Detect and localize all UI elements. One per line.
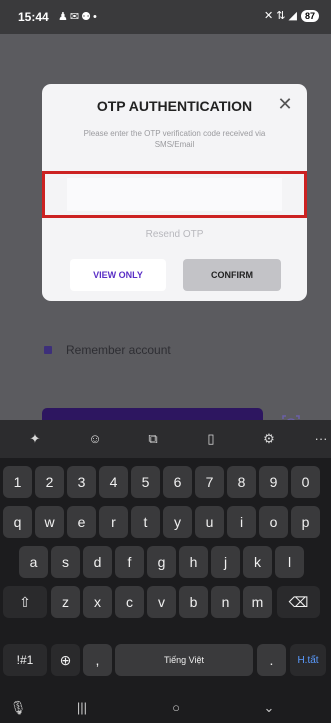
key-p[interactable]: p — [291, 506, 320, 538]
emoji-icon[interactable]: ☺ — [86, 430, 104, 448]
key-d[interactable]: d — [83, 546, 112, 578]
key-n[interactable]: n — [211, 586, 240, 618]
key-c[interactable]: c — [115, 586, 144, 618]
key-b[interactable]: b — [179, 586, 208, 618]
remember-account-row[interactable]: Remember account — [44, 343, 171, 357]
key-m[interactable]: m — [243, 586, 272, 618]
key-i[interactable]: i — [227, 506, 256, 538]
navigation-bar: 🎙 ||| ○ ⌄ — [0, 694, 331, 723]
key-j[interactable]: j — [211, 546, 240, 578]
key-y[interactable]: y — [163, 506, 192, 538]
notification-icons: ♟✉⚉• — [58, 11, 99, 23]
signal-icons: ✕ ⇅ ◢ — [263, 10, 297, 22]
key-1[interactable]: 1 — [3, 466, 32, 498]
key-z[interactable]: z — [51, 586, 80, 618]
backspace-key[interactable]: ⌫ — [277, 586, 320, 618]
key-a[interactable]: a — [19, 546, 48, 578]
key-6[interactable]: 6 — [163, 466, 192, 498]
key-o[interactable]: o — [259, 506, 288, 538]
otp-dialog-subtitle: Please enter the OTP verification code r… — [83, 129, 266, 149]
sparkle-icon[interactable]: ✦ — [26, 430, 44, 448]
key-7[interactable]: 7 — [195, 466, 224, 498]
space-key[interactable]: Tiếng Việt — [115, 644, 253, 676]
key-5[interactable]: 5 — [131, 466, 160, 498]
period-key[interactable]: . — [257, 644, 286, 676]
status-time: 15:44 — [18, 10, 49, 24]
remember-label: Remember account — [66, 343, 171, 357]
recents-button[interactable]: ||| — [70, 700, 94, 715]
settings-icon[interactable]: ⚙ — [260, 430, 278, 448]
remember-checkbox[interactable] — [44, 346, 52, 354]
key-r[interactable]: r — [99, 506, 128, 538]
key-4[interactable]: 4 — [99, 466, 128, 498]
clipboard-icon[interactable]: ⧉ — [144, 430, 162, 448]
key-3[interactable]: 3 — [67, 466, 96, 498]
otp-dialog: OTP AUTHENTICATION ✕ Please enter the OT… — [42, 84, 307, 301]
key-f[interactable]: f — [115, 546, 144, 578]
key-v[interactable]: v — [147, 586, 176, 618]
battery-indicator: 87 — [300, 9, 319, 22]
on-screen-keyboard: ✦ ☺ ⧉ ▯ ⚙ ··· 1 2 3 4 5 6 7 8 9 0 q w e … — [0, 420, 331, 694]
more-icon[interactable]: ··· — [312, 430, 330, 448]
key-x[interactable]: x — [83, 586, 112, 618]
key-w[interactable]: w — [35, 506, 64, 538]
status-bar: 15:44 ♟✉⚉• ✕ ⇅ ◢ 87 — [0, 0, 331, 34]
key-2[interactable]: 2 — [35, 466, 64, 498]
key-8[interactable]: 8 — [227, 466, 256, 498]
key-s[interactable]: s — [51, 546, 80, 578]
one-hand-icon[interactable]: ▯ — [202, 430, 220, 448]
otp-confirm-button[interactable]: CONFIRM — [183, 259, 281, 291]
key-u[interactable]: u — [195, 506, 224, 538]
key-t[interactable]: t — [131, 506, 160, 538]
symbols-key[interactable]: !#1 — [3, 644, 47, 676]
key-0[interactable]: 0 — [291, 466, 320, 498]
view-only-button[interactable]: VIEW ONLY — [70, 259, 166, 291]
key-k[interactable]: k — [243, 546, 272, 578]
globe-icon[interactable]: ⊕ — [51, 644, 80, 676]
key-g[interactable]: g — [147, 546, 176, 578]
otp-dialog-title: OTP AUTHENTICATION — [96, 98, 253, 114]
shift-key[interactable]: ⇧ — [3, 586, 47, 618]
otp-input-highlight — [42, 171, 307, 218]
key-h[interactable]: h — [179, 546, 208, 578]
system-icons: ✕ ⇅ ◢ 87 — [264, 9, 319, 22]
otp-input[interactable] — [67, 178, 282, 211]
keyboard-toolbar: ✦ ☺ ⧉ ▯ ⚙ ··· — [0, 420, 331, 458]
key-9[interactable]: 9 — [259, 466, 288, 498]
key-e[interactable]: e — [67, 506, 96, 538]
home-button[interactable]: ○ — [164, 700, 188, 715]
enter-key[interactable]: H.tất — [290, 644, 326, 676]
mic-icon[interactable]: 🎙 — [6, 700, 30, 716]
resend-otp-link[interactable]: Resend OTP — [42, 229, 307, 240]
back-button[interactable]: ⌄ — [257, 700, 281, 716]
key-l[interactable]: l — [275, 546, 304, 578]
comma-key[interactable]: , — [83, 644, 112, 676]
key-q[interactable]: q — [3, 506, 32, 538]
close-icon[interactable]: ✕ — [275, 94, 295, 114]
